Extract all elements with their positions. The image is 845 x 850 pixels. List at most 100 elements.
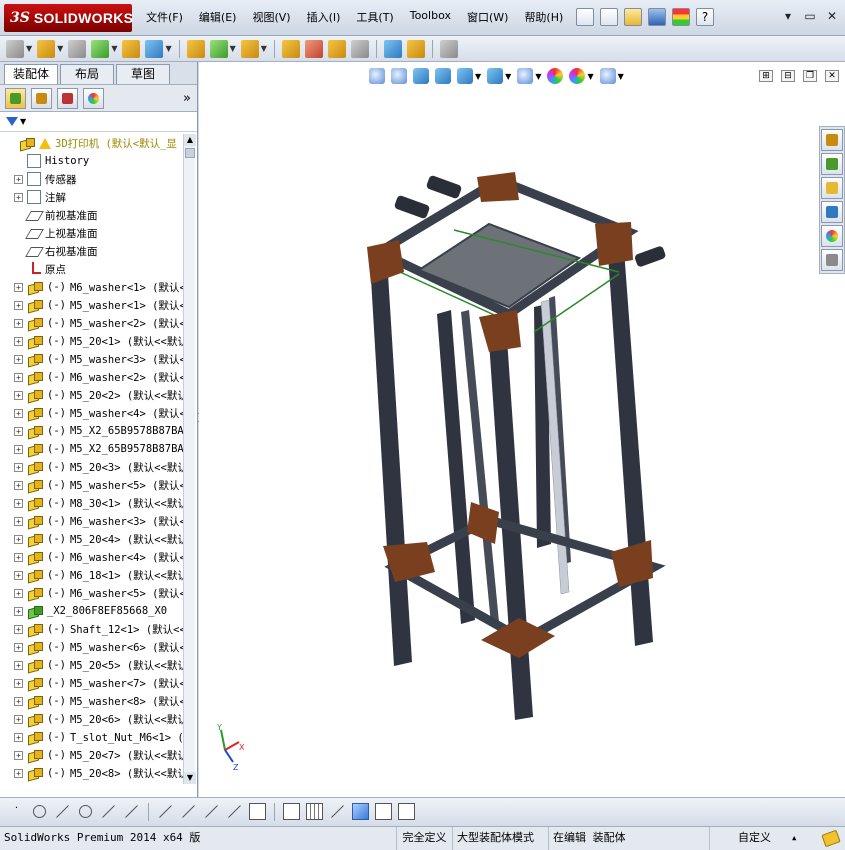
tree-feature-row[interactable]: 前视基准面 — [0, 206, 184, 224]
dimension-icon[interactable] — [283, 803, 300, 820]
expand-icon[interactable]: + — [14, 606, 23, 616]
printer-assembly-model[interactable] — [199, 62, 845, 797]
large-assembly-mode-status[interactable]: 大型装配体模式 — [452, 826, 548, 850]
dropdown-arrow-icon[interactable]: ▼ — [111, 44, 117, 53]
smart-fasteners-icon[interactable] — [122, 39, 141, 58]
filter-row[interactable]: ▼ — [0, 112, 197, 132]
tree-component-row[interactable]: + (-) M6_washer<2> (默认< — [0, 368, 184, 386]
help-icon[interactable]: ? — [696, 8, 714, 26]
expand-icon[interactable]: + — [14, 498, 23, 508]
expand-icon[interactable]: + — [14, 390, 23, 400]
save-icon[interactable] — [648, 8, 666, 26]
menu-insert[interactable]: 插入(I) — [307, 9, 341, 25]
pin-icon[interactable] — [576, 8, 594, 26]
tab-assembly[interactable]: 装配体 — [4, 64, 58, 84]
hide-show-items-icon[interactable] — [517, 68, 534, 84]
intersection-icon[interactable] — [100, 803, 117, 820]
exploded-view-icon[interactable] — [327, 39, 346, 58]
window-menu-icon[interactable]: ▾ — [779, 8, 797, 24]
tree-feature-row[interactable]: History — [0, 152, 184, 170]
clearance-verification-icon[interactable] — [406, 39, 425, 58]
angle-icon[interactable] — [329, 803, 346, 820]
dropdown-arrow-icon[interactable]: ▼ — [535, 72, 541, 81]
scroll-down-icon[interactable]: ▼ — [184, 772, 196, 784]
tangent-icon[interactable] — [123, 803, 140, 820]
isometric-view-icon[interactable] — [352, 803, 369, 820]
tree-feature-row[interactable]: 上视基准面 — [0, 224, 184, 242]
tree-scrollbar[interactable]: ▲ ▼ — [183, 134, 196, 784]
expand-icon[interactable]: + — [14, 444, 23, 454]
zoom-to-area-icon[interactable] — [391, 68, 407, 84]
tree-component-row[interactable]: + (-) M5_washer<4> (默认< — [0, 404, 184, 422]
expand-panel-icon[interactable]: » — [183, 91, 191, 106]
bill-of-materials-icon[interactable] — [304, 39, 323, 58]
show-hidden-components-icon[interactable] — [186, 39, 205, 58]
dropdown-arrow-icon[interactable]: ▼ — [587, 72, 593, 81]
expand-icon[interactable]: + — [14, 354, 23, 364]
mate-icon[interactable] — [68, 39, 87, 58]
new-part-icon[interactable] — [37, 39, 56, 58]
view-palette-icon[interactable] — [821, 201, 843, 223]
graphics-area[interactable]: ▼ ▼ ▼ ▼ ▼ ⊞ ⊟ ❐ ✕ Y X Z — [199, 62, 845, 797]
expand-icon[interactable]: + — [14, 534, 23, 544]
expand-icon[interactable]: + — [14, 408, 23, 418]
view-settings-icon[interactable] — [599, 68, 616, 84]
tree-component-row[interactable]: + (-) M5_20<1> (默认<<默认 — [0, 332, 184, 350]
tree-component-row[interactable]: + (-) M5_20<8> (默认<<默认 — [0, 764, 184, 782]
dropdown-arrow-icon[interactable]: ▼ — [26, 44, 32, 53]
dropdown-arrow-icon[interactable]: ▼ — [57, 44, 63, 53]
restore-document-icon[interactable]: ❐ — [803, 70, 817, 82]
tree-component-row[interactable]: + (-) M5_washer<8> (默认< — [0, 692, 184, 710]
edit-appearance-icon[interactable] — [547, 68, 564, 84]
interference-detection-icon[interactable] — [383, 39, 402, 58]
apply-scene-icon[interactable] — [569, 68, 586, 84]
expand-icon[interactable]: + — [14, 426, 23, 436]
tab-sketch[interactable]: 草图 — [116, 64, 170, 84]
tree-component-row[interactable]: + (-) M6_washer<5> (默认< — [0, 584, 184, 602]
dropdown-arrow-icon[interactable]: ▼ — [230, 44, 236, 53]
zoom-to-fit-icon[interactable] — [369, 68, 385, 84]
expand-icon[interactable]: + — [14, 714, 23, 724]
explode-line-sketch-icon[interactable] — [350, 39, 369, 58]
feature-manager-icon[interactable] — [5, 87, 26, 109]
tree-component-row[interactable]: + (-) Shaft_12<1> (默认<< — [0, 620, 184, 638]
expand-icon[interactable]: + — [14, 678, 23, 688]
tree-feature-row[interactable]: 3D打印机 (默认<默认_显 — [0, 134, 184, 152]
line-icon[interactable] — [54, 803, 71, 820]
open-folder-icon[interactable] — [624, 8, 642, 26]
expand-icon[interactable]: + — [14, 660, 23, 670]
tree-component-row[interactable]: + (-) M6_washer<4> (默认< — [0, 548, 184, 566]
quick-snap-icon[interactable] — [157, 803, 174, 820]
expand-icon[interactable]: + — [14, 282, 23, 292]
perpendicular-icon[interactable] — [203, 803, 220, 820]
point-icon[interactable]: · — [8, 803, 25, 820]
dropdown-arrow-icon[interactable]: ▼ — [20, 117, 26, 126]
home-icon[interactable] — [821, 129, 843, 151]
tree-component-row[interactable]: + _X2_806F8EF85668_X0 — [0, 602, 184, 620]
expand-icon[interactable]: + — [14, 174, 23, 184]
tree-component-row[interactable]: + (-) M5_washer<5> (默认< — [0, 476, 184, 494]
tree-feature-row[interactable]: 右视基准面 — [0, 242, 184, 260]
expand-icon[interactable]: + — [14, 588, 23, 598]
angle-snap-icon[interactable] — [180, 803, 197, 820]
expand-icon[interactable]: + — [14, 336, 23, 346]
center-mark-icon[interactable] — [77, 803, 94, 820]
reference-geometry-icon[interactable] — [240, 39, 259, 58]
tree-component-row[interactable]: + (-) T_slot_Nut_M6<1> (默 — [0, 728, 184, 746]
expand-icon[interactable]: + — [14, 516, 23, 526]
tree-feature-row[interactable]: 原点 — [0, 260, 184, 278]
custom-properties-icon[interactable] — [821, 249, 843, 271]
expand-icon[interactable]: + — [14, 624, 23, 634]
expand-icon[interactable]: + — [14, 192, 23, 202]
close-document-icon[interactable]: ✕ — [825, 70, 839, 82]
expand-icon[interactable]: + — [14, 480, 23, 490]
expand-icon[interactable]: + — [14, 696, 23, 706]
tree-component-row[interactable]: + (-) M5_washer<6> (默认< — [0, 638, 184, 656]
expand-icon[interactable]: + — [14, 462, 23, 472]
menu-toolbox[interactable]: Toolbox — [410, 9, 451, 25]
menu-view[interactable]: 视图(V) — [252, 9, 290, 25]
circle-icon[interactable] — [31, 803, 48, 820]
dropdown-arrow-icon[interactable]: ▼ — [618, 72, 624, 81]
tree-component-row[interactable]: + (-) M5_washer<3> (默认< — [0, 350, 184, 368]
expand-icon[interactable]: + — [14, 732, 23, 742]
